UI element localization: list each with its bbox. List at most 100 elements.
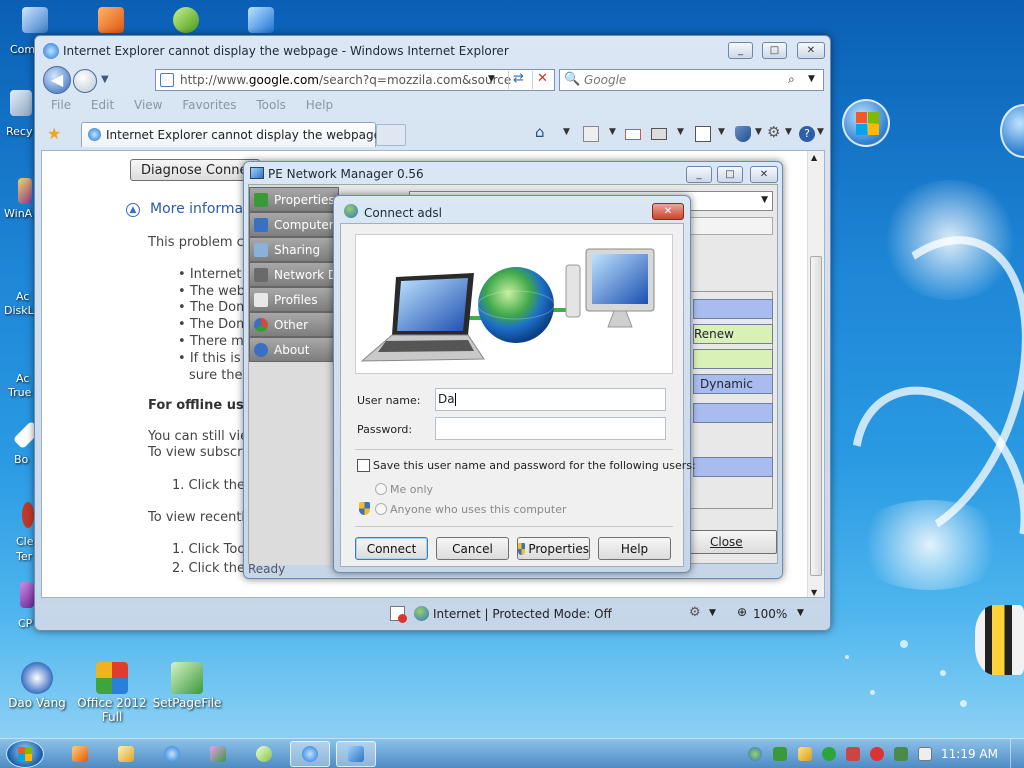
safety-icon[interactable]	[735, 126, 751, 142]
desktop-icon-office[interactable]: Office 2012 Full	[77, 662, 147, 724]
scroll-thumb[interactable]	[810, 256, 822, 576]
zoom-dropdown-icon[interactable]: ▼	[797, 608, 804, 618]
tray-icon[interactable]	[894, 747, 908, 761]
app-icon[interactable]	[173, 7, 199, 33]
recent-pages-dropdown-icon[interactable]: ▼	[101, 74, 109, 85]
taskbar-explorer[interactable]	[106, 741, 146, 767]
pe-close-button[interactable]: Close	[689, 530, 777, 554]
menu-file[interactable]: File	[51, 98, 71, 112]
new-tab-button[interactable]	[376, 124, 406, 146]
maximize-button[interactable]: □	[717, 166, 743, 183]
sidebar-item-network-drive[interactable]: Network Driv	[249, 262, 353, 287]
taskbar-app[interactable]	[198, 741, 238, 767]
close-button[interactable]: ✕	[750, 166, 778, 183]
scrollbar[interactable]: ▲ ▼	[807, 151, 824, 597]
renew-button[interactable]: Renew	[693, 324, 773, 344]
menu-tools[interactable]: Tools	[256, 98, 286, 112]
properties-button[interactable]: Properties	[517, 537, 590, 560]
search-input[interactable]: Google	[584, 73, 626, 87]
tray-icon[interactable]	[798, 747, 812, 761]
pe-action-bar[interactable]	[693, 403, 773, 423]
anyone-radio[interactable]	[375, 503, 387, 515]
desktop-label[interactable]: Com	[10, 43, 35, 56]
teamviewer-icon[interactable]	[248, 7, 274, 33]
menu-view[interactable]: View	[134, 98, 162, 112]
close-button[interactable]: ✕	[652, 203, 684, 220]
sidebar-item-properties[interactable]: Properties	[249, 187, 339, 212]
tray-icon[interactable]	[846, 747, 860, 761]
pe-action-bar[interactable]	[693, 349, 773, 369]
print-icon[interactable]	[651, 128, 667, 140]
pe-action-bar[interactable]	[693, 299, 773, 319]
winrar-icon[interactable]	[18, 178, 32, 204]
minimize-button[interactable]: _	[728, 42, 753, 59]
tray-icon[interactable]	[773, 747, 787, 761]
home-dropdown-icon[interactable]: ▼	[563, 127, 570, 137]
feeds-icon[interactable]	[583, 126, 599, 142]
save-password-checkbox[interactable]	[357, 459, 370, 472]
show-desktop-button[interactable]	[1010, 739, 1024, 768]
desktop-label[interactable]: Ter	[16, 550, 32, 563]
desktop-label[interactable]: DiskL	[4, 304, 34, 317]
help-dropdown-icon[interactable]: ▼	[817, 127, 824, 137]
tools-dropdown-icon[interactable]: ▼	[785, 127, 792, 137]
desktop-label[interactable]: Ac	[16, 372, 29, 385]
address-bar[interactable]: http://www.google.com/search?q=mozzila.c…	[155, 69, 555, 91]
desktop-label[interactable]: Cle	[16, 535, 34, 548]
home-icon[interactable]: ⌂	[535, 123, 551, 141]
network-tray-icon[interactable]	[748, 747, 762, 761]
dynamic-button[interactable]: Dynamic	[693, 374, 773, 394]
start-button[interactable]	[6, 740, 44, 768]
forward-button[interactable]	[73, 69, 97, 93]
search-dropdown-icon[interactable]: ▼	[808, 74, 815, 84]
refresh-icon[interactable]: ⇄	[508, 71, 528, 89]
close-button[interactable]: ✕	[797, 42, 825, 59]
print-dropdown-icon[interactable]: ▼	[677, 127, 684, 137]
sidebar-item-other[interactable]: Other	[249, 312, 339, 337]
diagnose-button[interactable]: Diagnose Connec	[130, 159, 260, 181]
help-icon[interactable]: ?	[799, 126, 815, 142]
stop-icon[interactable]: ✕	[532, 71, 552, 89]
taskbar-pe-network[interactable]	[336, 741, 376, 767]
desktop-label[interactable]: CP	[18, 617, 32, 630]
desktop-label[interactable]: True	[8, 386, 31, 399]
volume-muted-icon[interactable]	[918, 747, 932, 761]
page-dropdown-icon[interactable]: ▼	[718, 127, 725, 137]
favorites-star-icon[interactable]: ★	[47, 124, 61, 143]
connect-button[interactable]: Connect	[355, 537, 428, 560]
desktop-label[interactable]: Recy	[6, 125, 32, 138]
protected-mode-icon[interactable]: ⚙	[689, 605, 701, 620]
expand-icon[interactable]: ▲	[126, 203, 140, 217]
menu-favorites[interactable]: Favorites	[182, 98, 236, 112]
computer-icon[interactable]	[22, 7, 48, 33]
back-button[interactable]: ◀	[43, 66, 71, 94]
desktop-icon-setpagefile[interactable]: SetPageFile	[152, 662, 222, 710]
me-only-radio[interactable]	[375, 483, 387, 495]
zone-status[interactable]: Internet | Protected Mode: Off	[433, 607, 612, 621]
mail-icon[interactable]	[625, 129, 641, 140]
clock[interactable]: 11:19 AM	[941, 747, 998, 761]
taskbar-media-player[interactable]	[60, 741, 100, 767]
more-info-link[interactable]: More informati	[150, 201, 253, 217]
scroll-down-icon[interactable]: ▼	[811, 588, 817, 597]
sidebar-item-computer[interactable]: Computer	[249, 212, 339, 237]
tab-current[interactable]: Internet Explorer cannot display the web…	[81, 122, 381, 147]
password-field[interactable]	[435, 417, 666, 440]
play-icon[interactable]	[822, 747, 836, 761]
taskbar-ie-window[interactable]	[290, 741, 330, 767]
desktop-icon-dao-vang[interactable]: Dao Vang	[2, 662, 72, 710]
office-icon[interactable]	[98, 7, 124, 33]
desktop-label[interactable]: WinA	[4, 207, 32, 220]
cpu-icon[interactable]	[20, 582, 34, 608]
recycle-bin-icon[interactable]	[10, 90, 32, 116]
pe-action-bar[interactable]	[693, 457, 773, 477]
menu-help[interactable]: Help	[306, 98, 333, 112]
sidebar-item-about[interactable]: About	[249, 337, 339, 362]
zoom-icon[interactable]: ⊕	[737, 605, 747, 619]
search-box[interactable]: 🔍 Google ⌕ ▼	[559, 69, 824, 91]
menu-edit[interactable]: Edit	[91, 98, 114, 112]
address-dropdown-icon[interactable]: ▼	[488, 74, 495, 84]
cancel-button[interactable]: Cancel	[436, 537, 509, 560]
zoom-level[interactable]: 100%	[753, 607, 787, 621]
taskbar-ie-pinned[interactable]	[152, 741, 192, 767]
